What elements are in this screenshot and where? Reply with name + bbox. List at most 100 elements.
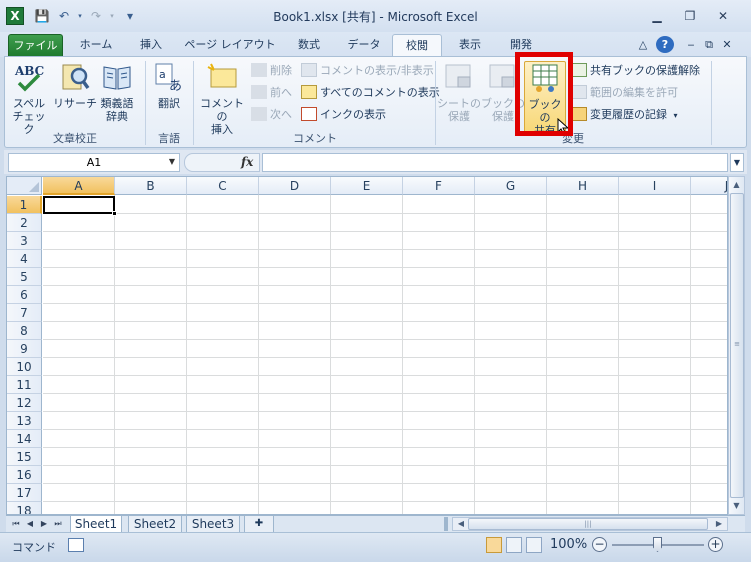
scroll-up-icon[interactable]: ▲ [729, 177, 744, 193]
row-header-9[interactable]: 9 [7, 340, 42, 358]
unprotect-shared-label: 共有ブックの保護解除 [590, 64, 700, 77]
row-header-11[interactable]: 11 [7, 376, 42, 394]
tab-page-layout[interactable]: ページ レイアウト [180, 34, 280, 57]
grid-line [43, 213, 727, 214]
allow-edit-ranges-label: 範囲の編集を許可 [590, 86, 678, 99]
previous-comment-button[interactable]: 前へ [251, 83, 292, 103]
scroll-right-icon[interactable]: ▶ [713, 518, 725, 530]
zoom-level[interactable]: 100% [550, 537, 587, 552]
track-changes-dropdown-icon[interactable]: ▾ [674, 111, 678, 120]
tab-file[interactable]: ファイル [8, 34, 63, 57]
thesaurus-button[interactable]: 類義語 辞典 [97, 61, 137, 129]
next-comment-button[interactable]: 次へ [251, 105, 292, 125]
zoom-in-icon[interactable]: + [708, 537, 723, 552]
row-header-7[interactable]: 7 [7, 304, 42, 322]
row-header-13[interactable]: 13 [7, 412, 42, 430]
doc-close-button[interactable]: ✕ [720, 34, 734, 57]
column-header-c[interactable]: C [187, 177, 259, 195]
spelling-button[interactable]: ABC スペル チェック [9, 61, 49, 136]
column-header-f[interactable]: F [403, 177, 475, 195]
next-comment-label: 次へ [270, 108, 292, 121]
tab-view[interactable]: 表示 [448, 34, 492, 57]
restore-button[interactable]: ❐ [677, 6, 703, 26]
ribbon-collapse-icon[interactable]: △ [636, 34, 650, 57]
protect-sheet-button[interactable]: シートの 保護 [437, 61, 481, 129]
insert-sheet-icon[interactable]: ✚ [244, 516, 274, 533]
row-header-17[interactable]: 17 [7, 484, 42, 502]
insert-function-icon[interactable]: fx [241, 154, 253, 171]
row-header-8[interactable]: 8 [7, 322, 42, 340]
name-box[interactable]: A1 [8, 153, 180, 172]
row-header-1[interactable]: 1 [7, 196, 42, 214]
tab-insert[interactable]: 挿入 [128, 34, 174, 57]
grid-line [690, 195, 691, 514]
row-header-10[interactable]: 10 [7, 358, 42, 376]
unprotect-shared-workbook-button[interactable]: 共有ブックの保護解除 [571, 61, 700, 81]
track-changes-button[interactable]: 変更履歴の記録 ▾ [571, 105, 678, 125]
next-sheet-icon[interactable]: ▶ [38, 517, 50, 531]
scroll-left-icon[interactable]: ◀ [455, 518, 467, 530]
show-all-comments-button[interactable]: すべてのコメントの表示 [301, 83, 440, 103]
column-header-a[interactable]: A [43, 177, 115, 195]
allow-edit-ranges-button[interactable]: 範囲の編集を許可 [571, 83, 678, 103]
macro-record-icon[interactable] [68, 538, 84, 552]
vertical-scroll-thumb[interactable]: ≡ [730, 193, 744, 498]
select-all-corner[interactable] [7, 177, 42, 195]
new-comment-button[interactable]: コメントの 挿入 [197, 61, 247, 136]
column-header-d[interactable]: D [259, 177, 331, 195]
row-header-4[interactable]: 4 [7, 250, 42, 268]
translate-button[interactable]: a あ 翻訳 [149, 61, 189, 129]
column-header-i[interactable]: I [619, 177, 691, 195]
minimize-button[interactable]: ▁ [644, 6, 670, 26]
column-header-e[interactable]: E [331, 177, 403, 195]
show-hide-comment-button[interactable]: コメントの表示/非表示 [301, 61, 434, 81]
row-header-12[interactable]: 12 [7, 394, 42, 412]
column-header-g[interactable]: G [475, 177, 547, 195]
doc-restore-button[interactable]: ⧉ [702, 34, 716, 57]
column-header-j[interactable]: J [691, 177, 727, 195]
spreadsheet-grid[interactable]: A B C D E F G H I J 1 2 3 4 5 6 7 8 9 10… [6, 176, 728, 515]
tab-split-handle[interactable] [444, 517, 448, 531]
tab-data[interactable]: データ [338, 34, 390, 57]
help-icon[interactable]: ? [656, 36, 674, 53]
active-cell-a1[interactable] [43, 196, 115, 214]
vertical-scrollbar[interactable]: ▲ ≡ ▼ [728, 176, 745, 515]
row-header-16[interactable]: 16 [7, 466, 42, 484]
row-header-5[interactable]: 5 [7, 268, 42, 286]
column-header-h[interactable]: H [547, 177, 619, 195]
row-header-2[interactable]: 2 [7, 214, 42, 232]
new-comment-icon [207, 63, 237, 88]
first-sheet-icon[interactable]: ⏮ [10, 517, 22, 531]
column-header-b[interactable]: B [115, 177, 187, 195]
row-header-6[interactable]: 6 [7, 286, 42, 304]
formula-input[interactable] [262, 153, 728, 172]
row-header-3[interactable]: 3 [7, 232, 42, 250]
sheet-tab-sheet1[interactable]: Sheet1 [70, 516, 122, 533]
close-button[interactable]: ✕ [710, 6, 736, 26]
page-layout-view-button[interactable] [506, 537, 522, 553]
delete-comment-button[interactable]: 削除 [251, 61, 292, 81]
name-box-dropdown-icon[interactable]: ▼ [165, 153, 179, 170]
row-header-15[interactable]: 15 [7, 448, 42, 466]
tab-review[interactable]: 校閲 [392, 34, 442, 58]
formula-expand-icon[interactable]: ▼ [730, 153, 744, 172]
show-ink-button[interactable]: インクの表示 [301, 105, 386, 125]
row-header-18[interactable]: 18 [7, 502, 42, 514]
horizontal-scrollbar[interactable]: ◀ ||| ▶ [452, 517, 728, 531]
last-sheet-icon[interactable]: ⏭ [52, 517, 64, 531]
zoom-out-icon[interactable]: − [592, 537, 607, 552]
row-header-14[interactable]: 14 [7, 430, 42, 448]
page-break-view-button[interactable] [526, 537, 542, 553]
sheet-tab-sheet2[interactable]: Sheet2 [128, 516, 182, 533]
horizontal-scroll-thumb[interactable]: ||| [468, 518, 708, 530]
prev-sheet-icon[interactable]: ◀ [24, 517, 36, 531]
scroll-down-icon[interactable]: ▼ [729, 498, 744, 514]
sheet-tab-sheet3[interactable]: Sheet3 [186, 516, 240, 533]
doc-minimize-button[interactable]: ‒ [684, 34, 698, 57]
tab-formulas[interactable]: 数式 [286, 34, 332, 57]
zoom-slider-thumb[interactable] [653, 537, 662, 552]
research-button[interactable]: リサーチ [53, 61, 97, 129]
tab-home[interactable]: ホーム [68, 34, 124, 57]
fill-handle[interactable] [112, 211, 117, 216]
normal-view-button[interactable] [486, 537, 502, 553]
